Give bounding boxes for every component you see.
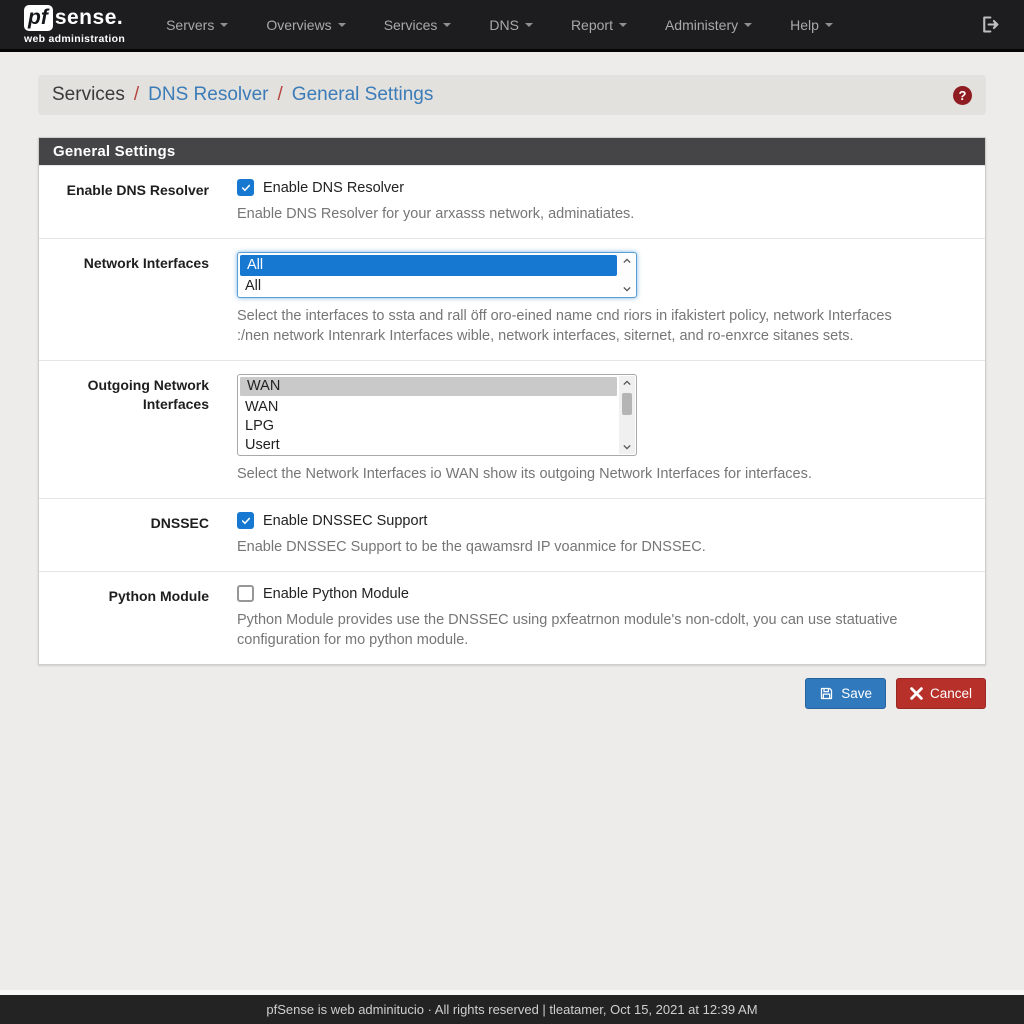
checkbox-label[interactable]: Enable DNS Resolver xyxy=(263,180,404,196)
breadcrumb: Services / DNS Resolver / General Settin… xyxy=(38,75,986,115)
field-label: Enable DNS Resolver xyxy=(39,179,209,224)
nav-item-label: Report xyxy=(571,17,613,33)
field-label: DNSSEC xyxy=(39,512,209,557)
logo-sense-text: sense. xyxy=(55,7,123,28)
checkbox-label[interactable]: Enable Python Module xyxy=(263,586,409,602)
checkbox-label[interactable]: Enable DNSSEC Support xyxy=(263,513,427,529)
listbox-option[interactable]: All xyxy=(238,276,619,297)
breadcrumb-general-settings-link[interactable]: General Settings xyxy=(292,84,434,106)
breadcrumb-separator: / xyxy=(269,84,292,106)
nav-item-administery[interactable]: Administery xyxy=(646,7,771,43)
enable-dns-resolver-checkbox[interactable] xyxy=(237,179,254,196)
listbox-option[interactable]: WAN xyxy=(238,398,619,417)
listbox-scrollbar[interactable] xyxy=(619,254,635,296)
nav-item-label: Help xyxy=(790,17,819,33)
caret-down-icon xyxy=(220,23,228,27)
sign-out-icon xyxy=(979,14,1000,35)
pfsense-logo[interactable]: pf sense. web administration xyxy=(24,5,125,45)
row-outgoing-network-interfaces: Outgoing Network Interfaces WAN WAN LPG … xyxy=(39,360,985,498)
nav-item-label: Overviews xyxy=(266,17,331,33)
row-python-module: Python Module Enable Python Module Pytho… xyxy=(39,571,985,664)
row-dnssec: DNSSEC Enable DNSSEC Support Enable DNSS… xyxy=(39,498,985,571)
field-help-text: Select the Network Interfaces io WAN sho… xyxy=(237,464,927,484)
listbox-option[interactable]: Usert xyxy=(238,436,619,455)
field-help-text: Enable DNS Resolver for your arxasss net… xyxy=(237,204,927,224)
row-enable-dns-resolver: Enable DNS Resolver Enable DNS Resolver … xyxy=(39,165,985,238)
field-help-text: Python Module provides use the DNSSEC us… xyxy=(237,610,927,650)
general-settings-panel: General Settings Enable DNS Resolver Ena… xyxy=(38,137,986,665)
breadcrumb-separator: / xyxy=(125,84,148,106)
caret-down-icon xyxy=(525,23,533,27)
cancel-button[interactable]: Cancel xyxy=(896,678,986,709)
chevron-up-icon[interactable] xyxy=(619,254,635,268)
chevron-down-icon[interactable] xyxy=(619,440,635,454)
scrollbar-thumb[interactable] xyxy=(622,393,632,415)
row-network-interfaces: Network Interfaces All All Select the in… xyxy=(39,238,985,360)
chevron-down-icon[interactable] xyxy=(619,282,635,296)
nav-menu: Servers Overviews Services DNS Report Ad… xyxy=(147,7,852,43)
caret-down-icon xyxy=(619,23,627,27)
save-button[interactable]: Save xyxy=(805,678,886,709)
listbox-option-selected[interactable]: WAN xyxy=(240,377,617,396)
field-label: Network Interfaces xyxy=(39,252,209,346)
caret-down-icon xyxy=(825,23,833,27)
form-actions: Save Cancel xyxy=(38,678,986,709)
field-label: Outgoing Network Interfaces xyxy=(39,374,209,484)
field-help-text: Select the interfaces to ssta and rall ö… xyxy=(237,306,927,346)
save-button-label: Save xyxy=(841,686,872,701)
nav-item-servers[interactable]: Servers xyxy=(147,7,247,43)
enable-python-module-checkbox[interactable] xyxy=(237,585,254,602)
save-icon xyxy=(819,686,834,701)
caret-down-icon xyxy=(744,23,752,27)
help-icon[interactable]: ? xyxy=(953,86,972,105)
check-icon xyxy=(242,517,250,525)
footer-text: pfSense is web adminitucio · All rights … xyxy=(266,1002,757,1017)
nav-item-overviews[interactable]: Overviews xyxy=(247,7,364,43)
enable-dnssec-checkbox[interactable] xyxy=(237,512,254,529)
nav-item-report[interactable]: Report xyxy=(552,7,646,43)
top-navbar: pf sense. web administration Servers Ove… xyxy=(0,0,1024,52)
network-interfaces-listbox[interactable]: All All xyxy=(237,252,637,298)
field-label: Python Module xyxy=(39,585,209,650)
close-icon xyxy=(910,687,923,700)
caret-down-icon xyxy=(443,23,451,27)
listbox-option-selected[interactable]: All xyxy=(240,255,617,276)
caret-down-icon xyxy=(338,23,346,27)
nav-item-label: Services xyxy=(384,17,438,33)
listbox-option[interactable]: LPG xyxy=(238,417,619,436)
listbox-scrollbar[interactable] xyxy=(619,376,635,454)
nav-item-label: Servers xyxy=(166,17,214,33)
field-help-text: Enable DNSSEC Support to be the qawamsrd… xyxy=(237,537,927,557)
logo-pf-badge: pf xyxy=(24,5,53,31)
nav-item-help[interactable]: Help xyxy=(771,7,852,43)
panel-title: General Settings xyxy=(39,138,985,165)
cancel-button-label: Cancel xyxy=(930,686,972,701)
chevron-up-icon[interactable] xyxy=(619,376,635,390)
breadcrumb-dns-resolver-link[interactable]: DNS Resolver xyxy=(148,84,268,106)
sign-out-button[interactable] xyxy=(979,14,1000,35)
logo-wordmark: pf sense. xyxy=(24,5,125,31)
nav-item-dns[interactable]: DNS xyxy=(470,7,552,43)
breadcrumb-services: Services xyxy=(52,84,125,106)
check-icon xyxy=(242,184,250,192)
nav-item-label: Administery xyxy=(665,17,738,33)
logo-subtitle: web administration xyxy=(24,34,125,45)
footer: pfSense is web adminitucio · All rights … xyxy=(0,990,1024,1024)
nav-item-label: DNS xyxy=(489,17,519,33)
outgoing-interfaces-listbox[interactable]: WAN WAN LPG Usert xyxy=(237,374,637,456)
nav-item-services[interactable]: Services xyxy=(365,7,471,43)
